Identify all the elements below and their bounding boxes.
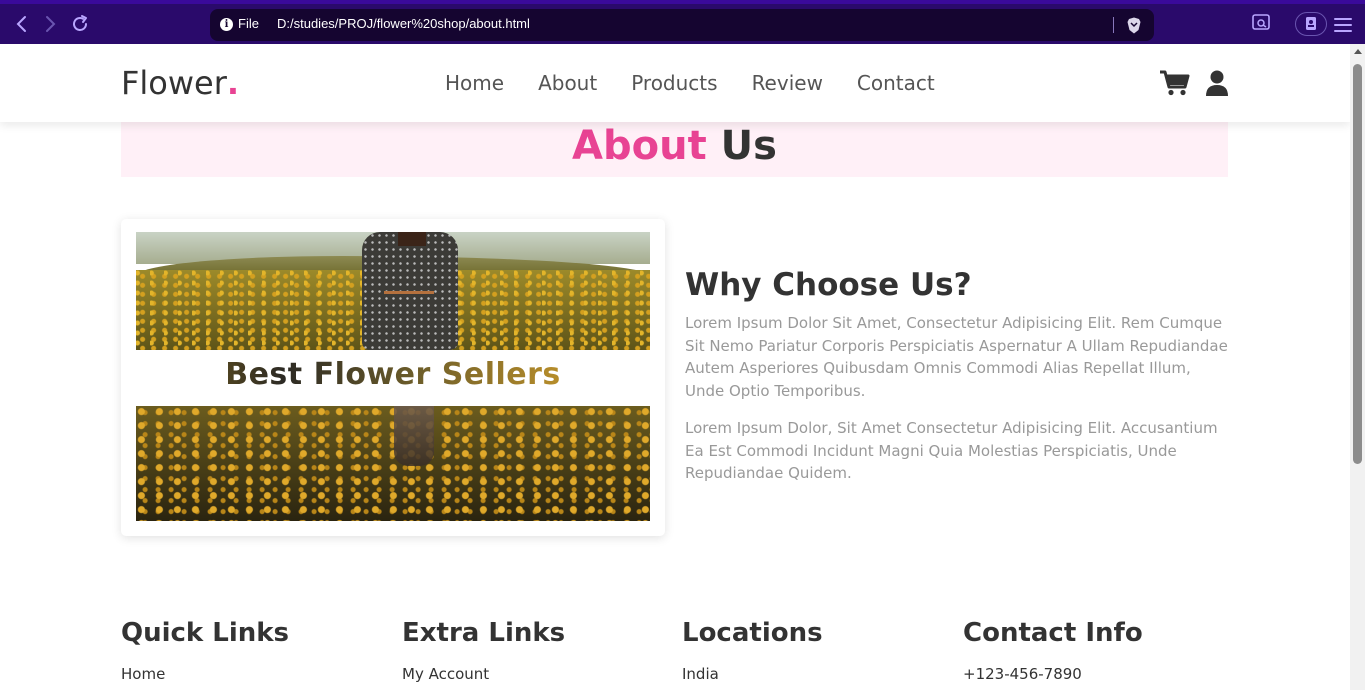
menu-icon[interactable] bbox=[1334, 18, 1352, 34]
nav-link-products[interactable]: Products bbox=[631, 71, 717, 95]
page-title: About Us bbox=[121, 122, 1228, 170]
nav-link-contact[interactable]: Contact bbox=[857, 71, 935, 95]
footer-heading-extra-links: Extra Links bbox=[402, 618, 566, 648]
nav-link-about[interactable]: About bbox=[538, 71, 597, 95]
back-icon[interactable] bbox=[12, 14, 32, 34]
footer-link-my-account[interactable]: My Account bbox=[402, 665, 662, 683]
footer-col-extra-links: Extra Links My Account bbox=[402, 614, 662, 683]
footer-col-quick-links: Quick Links Home bbox=[121, 614, 381, 683]
video-container[interactable]: Best Flower Sellers bbox=[121, 219, 665, 536]
page-scrollbar[interactable] bbox=[1350, 44, 1365, 690]
footer-link-phone[interactable]: +123-456-7890 bbox=[963, 665, 1223, 683]
flower-field-photo-top bbox=[136, 232, 650, 350]
info-icon[interactable]: i bbox=[220, 18, 233, 31]
why-choose-us-heading: Why Choose Us? bbox=[685, 267, 972, 303]
logo[interactable]: Flower. bbox=[121, 64, 239, 102]
scroll-up-arrow[interactable] bbox=[1354, 49, 1362, 54]
footer-heading-locations: Locations bbox=[682, 618, 823, 648]
nav-link-review[interactable]: Review bbox=[752, 71, 823, 95]
user-icon[interactable] bbox=[1206, 70, 1228, 96]
url-divider bbox=[1113, 17, 1114, 33]
main-nav: Home About Products Review Contact bbox=[445, 71, 969, 95]
about-paragraph-2: Lorem Ipsum Dolor, Sit Amet Consectetur … bbox=[685, 419, 1218, 482]
wallet-icon[interactable] bbox=[1295, 12, 1327, 36]
video-caption: Best Flower Sellers bbox=[121, 357, 665, 392]
footer-heading-contact-info: Contact Info bbox=[963, 618, 1143, 648]
forward-icon[interactable] bbox=[40, 14, 60, 34]
url-scheme-label: File bbox=[238, 16, 259, 31]
address-bar[interactable]: i File D:/studies/PROJ/flower%20shop/abo… bbox=[210, 9, 1154, 41]
footer-heading-quick-links: Quick Links bbox=[121, 618, 290, 648]
page-title-rest: Us bbox=[720, 123, 777, 169]
logo-text: Flower bbox=[121, 64, 227, 102]
about-heading-band: About Us bbox=[121, 122, 1228, 177]
about-content: Why Choose Us? Lorem Ipsum Dolor Sit Ame… bbox=[685, 266, 1230, 485]
page-title-accent: About bbox=[572, 123, 707, 169]
scroll-thumb[interactable] bbox=[1353, 64, 1362, 464]
nav-link-home[interactable]: Home bbox=[445, 71, 504, 95]
brave-shield-icon[interactable] bbox=[1126, 17, 1142, 34]
reload-icon[interactable] bbox=[70, 14, 90, 34]
footer-col-contact-info: Contact Info +123-456-7890 bbox=[963, 614, 1223, 683]
page-viewport: Flower. Home About Products Review Conta… bbox=[0, 44, 1350, 690]
about-paragraph-1: Lorem Ipsum Dolor Sit Amet, Consectetur … bbox=[685, 314, 1228, 400]
site-header: Flower. Home About Products Review Conta… bbox=[0, 44, 1350, 122]
footer-link-home[interactable]: Home bbox=[121, 665, 381, 683]
extension-icon[interactable] bbox=[1251, 12, 1271, 32]
flower-field-photo-bottom bbox=[136, 406, 650, 521]
footer-link-india[interactable]: India bbox=[682, 665, 942, 683]
cart-icon[interactable] bbox=[1160, 70, 1190, 96]
footer-col-locations: Locations India bbox=[682, 614, 942, 683]
logo-dot: . bbox=[226, 64, 240, 102]
browser-toolbar: i File D:/studies/PROJ/flower%20shop/abo… bbox=[0, 0, 1365, 44]
url-text[interactable]: D:/studies/PROJ/flower%20shop/about.html bbox=[277, 16, 530, 31]
